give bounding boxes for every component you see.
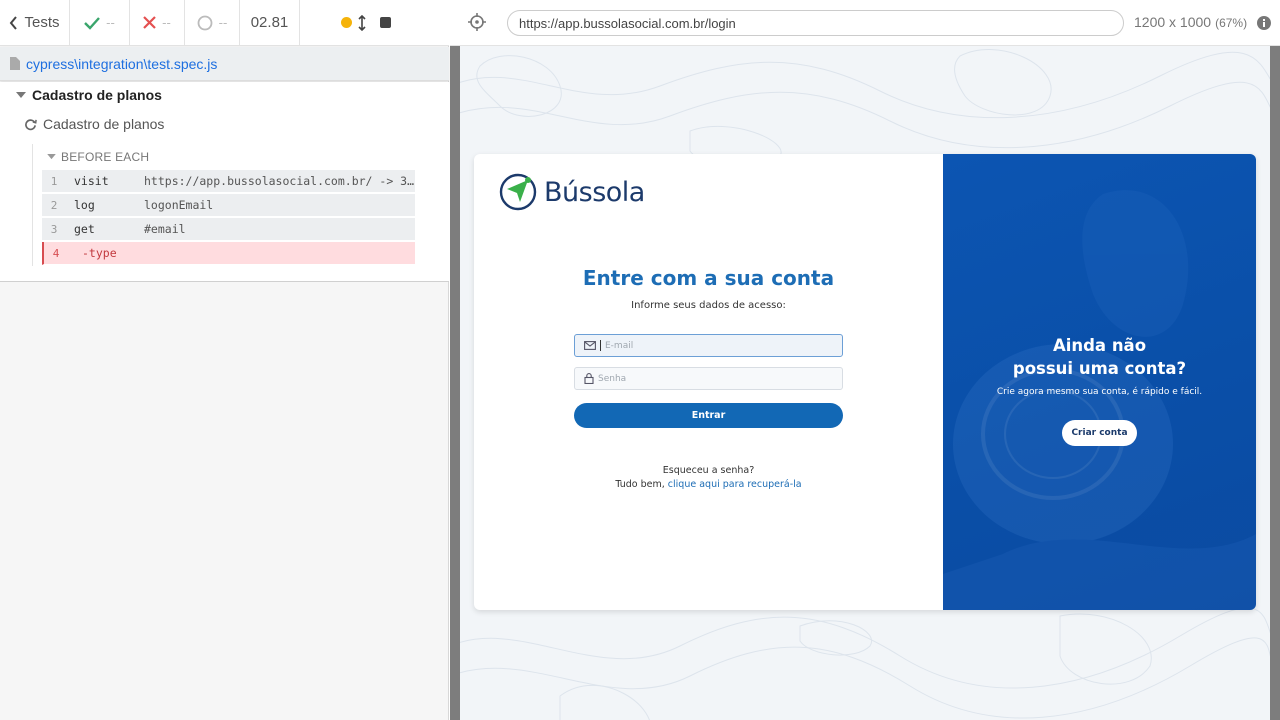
forgot-password-block: Esqueceu a senha? Tudo bem, clique aqui … <box>474 464 943 492</box>
command-name: -type <box>82 246 117 260</box>
command-message: #email <box>144 222 186 236</box>
x-icon <box>143 16 156 29</box>
circle-outline-icon <box>197 15 213 30</box>
suite-row[interactable]: Cadastro de planos <box>16 87 162 103</box>
reporter-header: Tests -- -- -- 02.81 <box>0 0 449 46</box>
signup-panel: Ainda não possui uma conta? Crie agora m… <box>943 154 1256 610</box>
failed-count: -- <box>130 0 185 45</box>
viewport-size: 1200 x 1000 <box>1134 14 1212 30</box>
forgot-line: Tudo bem, clique aqui para recuperá-la <box>474 478 943 492</box>
login-title: Entre com a sua conta <box>582 266 835 290</box>
command-row[interactable]: 2 log logonEmail <box>42 194 415 217</box>
viewport-scale: (67%) <box>1215 16 1248 30</box>
pending-value: -- <box>218 15 228 30</box>
compass-logo-icon <box>499 173 537 211</box>
hook-block: BEFORE EACH 1 visit https://app.bussolas… <box>32 144 416 266</box>
test-row[interactable]: Cadastro de planos <box>24 116 164 132</box>
suite-title: Cadastro de planos <box>32 87 162 103</box>
command-row[interactable]: 1 visit https://app.bussolasocial.com.br… <box>42 170 415 193</box>
reporter-controls <box>300 0 449 45</box>
aut-header: https://app.bussolasocial.com.br/login 1… <box>450 0 1280 46</box>
spec-path-link[interactable]: cypress\integration\test.spec.js <box>26 56 217 72</box>
email-field[interactable]: E-mail <box>574 334 843 357</box>
url-display[interactable]: https://app.bussolasocial.com.br/login <box>507 10 1124 36</box>
command-message: https://app.bussolasocial.com.br/ -> 3… <box>144 174 415 188</box>
stop-button-icon[interactable] <box>379 17 391 28</box>
bussola-logo: Bússola <box>498 172 645 212</box>
create-account-button[interactable]: Criar conta <box>1062 420 1137 446</box>
refresh-icon <box>25 118 37 130</box>
password-field[interactable]: Senha <box>574 367 843 390</box>
password-placeholder: Senha <box>598 373 627 384</box>
login-card: Bússola Entre com a sua conta Informe se… <box>474 154 1256 610</box>
command-number: 2 <box>50 198 58 212</box>
pending-count: -- <box>185 0 240 45</box>
caret-down-icon <box>16 91 26 98</box>
command-row-failed[interactable]: 4 -type <box>42 242 415 265</box>
signup-title-line1: Ainda não <box>1052 336 1147 355</box>
chevron-left-icon <box>10 15 18 30</box>
lock-icon <box>584 373 594 384</box>
signup-title: Ainda não possui uma conta? <box>943 334 1256 380</box>
logo-text: Bússola <box>544 176 645 208</box>
signup-subtitle: Crie agora mesmo sua conta, é rápido e f… <box>996 387 1203 397</box>
caret-down-icon <box>47 154 56 160</box>
command-name: log <box>74 198 95 212</box>
viewport-info: 1200 x 1000 (67%) <box>1134 14 1247 30</box>
tests-label: Tests <box>24 14 60 31</box>
info-icon[interactable] <box>1256 15 1272 31</box>
hook-header[interactable]: BEFORE EACH <box>47 150 149 164</box>
passed-count: -- <box>70 0 130 45</box>
text-cursor <box>600 340 601 351</box>
file-icon <box>10 57 20 70</box>
recover-password-link[interactable]: clique aqui para recuperá-la <box>668 479 802 490</box>
command-number: 3 <box>50 222 58 236</box>
runnables-panel: Cadastro de planos Cadastro de planos BE… <box>0 82 449 282</box>
forgot-prefix: Tudo bem, <box>615 479 665 490</box>
command-row[interactable]: 3 get #email <box>42 218 415 241</box>
command-name: visit <box>74 174 109 188</box>
command-number: 4 <box>52 246 60 260</box>
selector-playground-crosshair-icon[interactable] <box>468 13 486 31</box>
command-name: get <box>74 222 95 236</box>
cypress-reporter: Tests -- -- -- 02.81 cypress\integration… <box>0 0 449 720</box>
passed-value: -- <box>106 15 115 30</box>
command-message: logonEmail <box>144 198 214 212</box>
auto-scroll-toggle-icon[interactable] <box>357 14 366 31</box>
login-subtitle: Informe seus dados de acesso: <box>631 300 786 311</box>
tests-back-button[interactable]: Tests <box>0 0 70 45</box>
failed-value: -- <box>162 15 171 30</box>
test-title: Cadastro de planos <box>43 116 165 132</box>
email-placeholder: E-mail <box>605 340 634 351</box>
app-iframe: Bússola Entre com a sua conta Informe se… <box>460 46 1270 720</box>
envelope-icon <box>584 341 596 350</box>
compass-photo-overlay <box>943 190 1256 610</box>
forgot-question: Esqueceu a senha? <box>662 465 755 476</box>
signup-title-line2: possui uma conta? <box>1012 359 1187 378</box>
check-icon <box>84 16 101 30</box>
command-number: 1 <box>50 174 58 188</box>
duration: 02.81 <box>240 0 300 45</box>
running-indicator-icon <box>340 17 352 28</box>
enter-button[interactable]: Entrar <box>574 403 843 428</box>
hook-title: BEFORE EACH <box>61 150 150 164</box>
spec-path-bar: cypress\integration\test.spec.js <box>0 47 449 81</box>
